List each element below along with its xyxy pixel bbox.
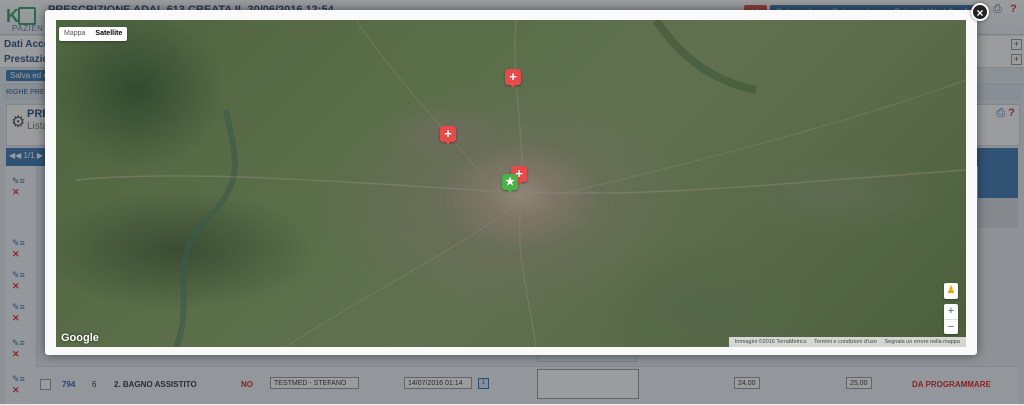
zoom-out-button[interactable]: − — [944, 320, 958, 335]
zoom-control: + − — [944, 304, 958, 334]
imagery-credit: Immagini ©2016 TerraMetrics — [734, 339, 807, 345]
zoom-in-button[interactable]: + — [944, 304, 958, 320]
report-error-link[interactable]: Segnala un errore nella mappa — [884, 339, 960, 345]
google-logo: Google — [61, 332, 99, 344]
map-type-satellite[interactable]: Satellite — [90, 27, 127, 41]
hospital-marker[interactable]: + — [505, 69, 521, 88]
satellite-map[interactable]: Mappa Satellite + + + ★ ♟ + − Google Imma… — [56, 20, 966, 347]
map-type-mappa[interactable]: Mappa — [59, 27, 90, 41]
map-attribution: Immagini ©2016 TerraMetrics Termini e co… — [728, 337, 966, 347]
location-marker[interactable]: ★ — [502, 174, 518, 193]
map-type-control: Mappa Satellite — [59, 27, 128, 41]
street-view-pegman-icon[interactable]: ♟ — [944, 283, 958, 299]
terms-link[interactable]: Termini e condizioni d'uso — [814, 339, 877, 345]
hospital-marker[interactable]: + — [440, 126, 456, 145]
map-modal: Mappa Satellite + + + ★ ♟ + − Google Imma… — [45, 10, 977, 355]
close-icon[interactable]: × — [971, 3, 989, 21]
